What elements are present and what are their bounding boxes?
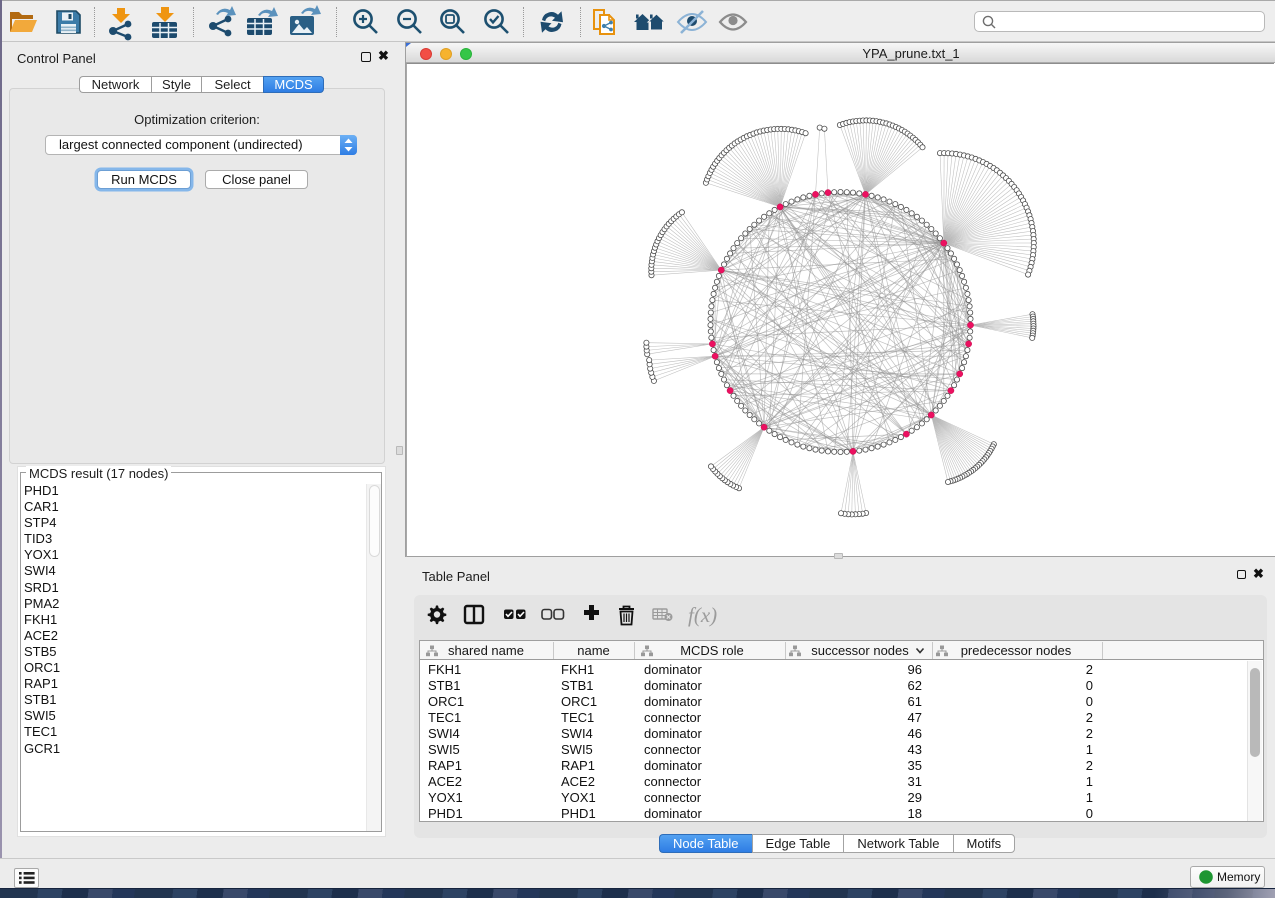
svg-text:f(x): f(x) — [688, 603, 717, 627]
